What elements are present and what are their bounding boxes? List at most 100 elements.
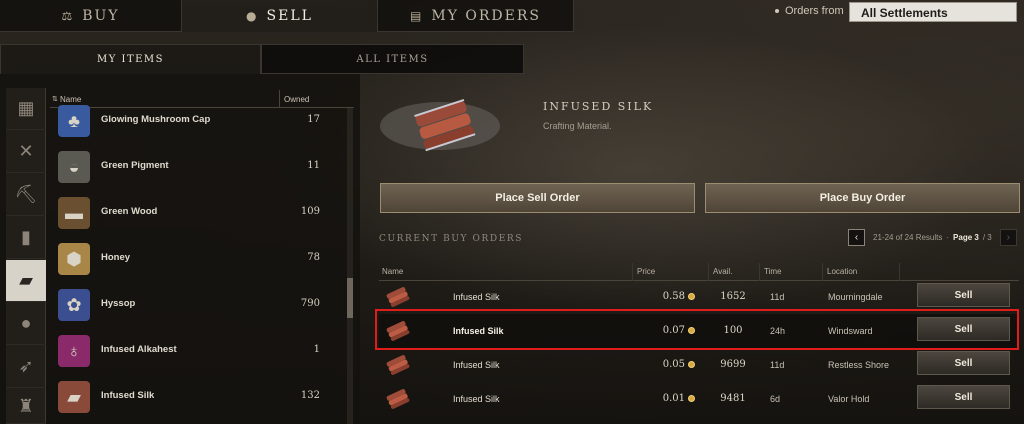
category-all-button[interactable]: ▦ <box>6 88 46 130</box>
category-armor-button[interactable]: ▮ <box>6 217 46 259</box>
silk-bolt-icon: ▰ <box>58 381 90 413</box>
order-available: 1652 <box>720 291 746 302</box>
category-consumables-button[interactable]: ● <box>6 303 46 345</box>
results-count: 21-24 of 24 Results <box>873 233 943 242</box>
sell-button[interactable]: Sell <box>917 385 1010 409</box>
crossed-swords-icon: ✕ <box>18 141 34 161</box>
clipboard-icon: ▤ <box>410 8 424 23</box>
coin-icon <box>688 293 695 300</box>
order-location: Restless Shore <box>828 360 890 370</box>
settlement-select[interactable]: All Settlements <box>849 2 1017 22</box>
order-time: 11d <box>770 292 785 302</box>
pigment-bowl-icon: ◒ <box>58 151 90 183</box>
orders-from-label: Orders from <box>775 5 844 17</box>
selected-order-highlight <box>375 309 1019 350</box>
item-owned-count: 78 <box>307 252 320 263</box>
order-available: 9699 <box>720 359 746 370</box>
next-page-button[interactable]: › <box>999 229 1017 246</box>
tab-sell-label: SELL <box>266 8 313 24</box>
silk-bolt-icon <box>386 287 410 307</box>
item-name: Green Pigment <box>101 160 169 171</box>
infused-silk-image <box>380 99 500 152</box>
sell-button[interactable]: Sell <box>917 351 1010 375</box>
balance-scale-icon: ⚖ <box>61 8 75 23</box>
page-total: / 3 <box>982 233 992 242</box>
mushroom-icon: ♣ <box>58 105 90 137</box>
honeycomb-icon: ⬢ <box>58 243 90 275</box>
item-name: Glowing Mushroom Cap <box>101 114 211 125</box>
current-buy-orders-title: CURRENT BUY ORDERS <box>379 234 524 244</box>
buy-order-row[interactable]: Infused Silk 0.01 9481 6d Valor Hold Sell <box>379 382 1019 416</box>
order-item-name: Infused Silk <box>453 360 500 370</box>
item-category: Crafting Material. <box>543 121 612 131</box>
order-available: 9481 <box>720 393 746 404</box>
header-divider <box>822 263 823 281</box>
flower-icon: ✿ <box>58 289 90 321</box>
order-price-value: 0.05 <box>662 359 685 370</box>
item-list-row[interactable]: ✿ Hyssop 790 <box>50 282 348 328</box>
item-name: Infused Alkahest <box>101 344 177 355</box>
item-name: Honey <box>101 252 131 263</box>
category-weapons-button[interactable]: ✕ <box>6 131 46 173</box>
item-list-row[interactable]: ▬ Green Wood 109 <box>50 190 348 236</box>
separator: · <box>946 233 950 242</box>
orders-table-header: Name Price Avail. Time Location <box>379 263 1019 281</box>
chevron-left-icon: ‹ <box>854 232 859 243</box>
tab-my-items[interactable]: MY ITEMS <box>0 44 261 74</box>
bullet-icon <box>775 9 779 13</box>
silk-bolt-icon <box>386 355 410 375</box>
col-name[interactable]: Name <box>382 267 403 276</box>
item-list-row[interactable]: ♣ Glowing Mushroom Cap 17 <box>50 98 348 144</box>
place-sell-order-button[interactable]: Place Sell Order <box>380 183 695 213</box>
prev-page-button[interactable]: ‹ <box>848 229 865 246</box>
col-location[interactable]: Location <box>827 267 857 276</box>
order-time: 11d <box>770 360 785 370</box>
sell-button[interactable]: Sell <box>917 283 1010 307</box>
order-item-name: Infused Silk <box>453 394 500 404</box>
header-divider <box>759 263 760 281</box>
category-resources-button[interactable]: ▰ <box>6 260 46 302</box>
buy-order-row[interactable]: Infused Silk 0.05 9699 11d Restless Shore Sel… <box>379 348 1019 382</box>
order-price: 0.01 <box>663 393 695 404</box>
order-time: 6d <box>770 394 781 404</box>
order-price-value: 0.01 <box>662 393 685 404</box>
orders-from-text: Orders from <box>785 5 844 17</box>
tab-my-orders[interactable]: ▤ MY ORDERS <box>378 0 574 32</box>
col-avail[interactable]: Avail. <box>713 267 732 276</box>
item-list-row[interactable]: ♁ Infused Alkahest 1 <box>50 328 348 374</box>
page-current: Page 3 <box>953 233 979 242</box>
coins-icon: ● <box>246 9 259 23</box>
item-name: Hyssop <box>101 298 136 309</box>
wood-log-icon: ▬ <box>58 197 90 229</box>
header-divider <box>899 263 900 281</box>
order-price: 0.58 <box>663 291 695 302</box>
col-price[interactable]: Price <box>637 267 655 276</box>
chevron-right-icon: › <box>1006 232 1010 243</box>
category-tools-button[interactable]: ⛏ <box>6 174 46 216</box>
item-list-row[interactable]: ◒ Green Pigment 11 <box>50 144 348 190</box>
coin-icon <box>688 395 695 402</box>
tab-my-orders-label: MY ORDERS <box>431 7 541 24</box>
item-subtabs: MY ITEMS ALL ITEMS <box>0 44 524 74</box>
tab-all-items[interactable]: ALL ITEMS <box>261 44 524 74</box>
tab-buy-label: BUY <box>82 7 120 24</box>
item-list-scrollbar[interactable] <box>347 108 353 424</box>
grid-icon: ▦ <box>17 98 35 118</box>
pouch-icon: ● <box>20 313 32 333</box>
category-rail: ▦ ✕ ⛏ ▮ ▰ ● ➶ ♜ <box>6 88 46 424</box>
category-ammo-button[interactable]: ➶ <box>6 346 46 388</box>
item-owned-count: 109 <box>300 206 320 217</box>
chair-icon: ♜ <box>17 395 35 416</box>
place-buy-order-button[interactable]: Place Buy Order <box>705 183 1020 213</box>
cloth-bolt-icon: ▰ <box>19 270 33 290</box>
order-price: 0.05 <box>663 359 695 370</box>
category-furnishing-button[interactable]: ♜ <box>6 389 46 424</box>
col-time[interactable]: Time <box>764 267 781 276</box>
item-list-row[interactable]: ⬢ Honey 78 <box>50 236 348 282</box>
tab-buy[interactable]: ⚖ BUY <box>0 0 182 32</box>
arrow-icon: ➶ <box>18 356 34 376</box>
item-list-row[interactable]: ▰ Infused Silk 132 <box>50 374 348 420</box>
scrollbar-thumb[interactable] <box>347 278 353 318</box>
item-owned-count: 132 <box>300 390 320 401</box>
tab-sell[interactable]: ● SELL <box>182 0 378 32</box>
